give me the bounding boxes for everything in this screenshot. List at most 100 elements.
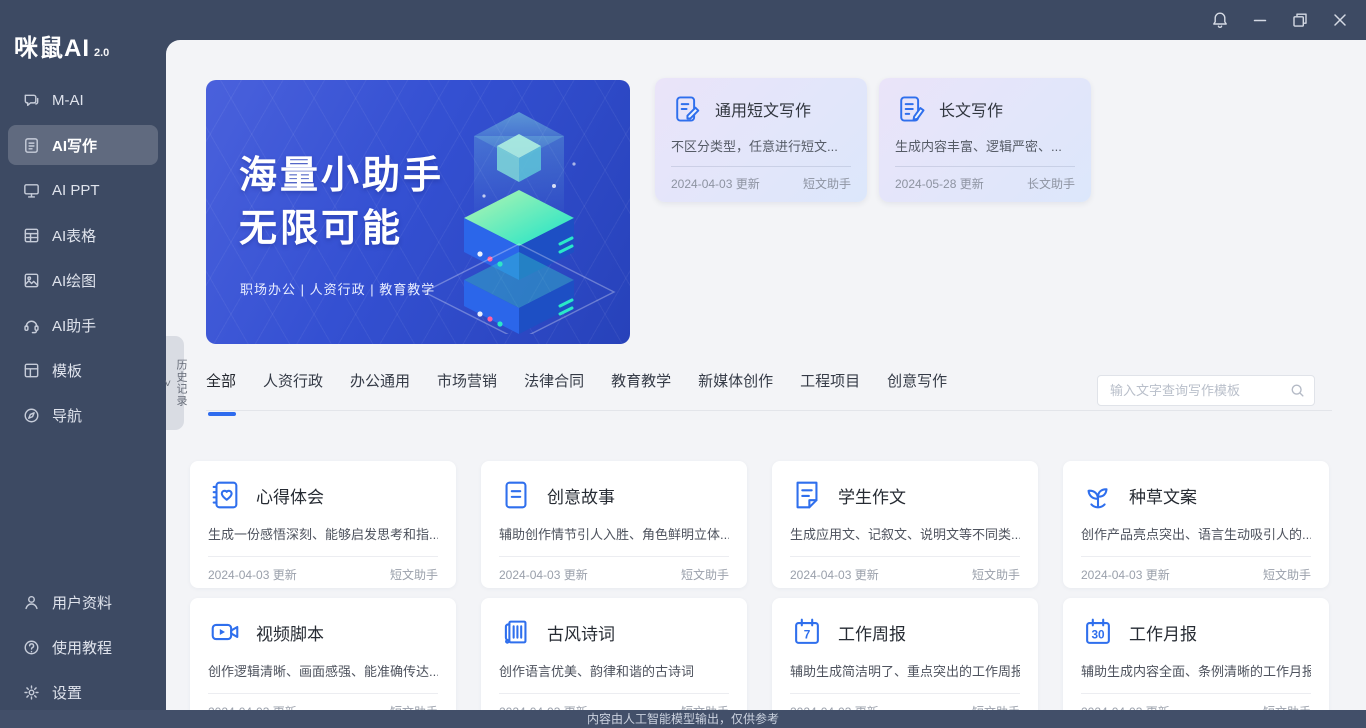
- template-card-date: 2024-04-03 更新: [499, 566, 588, 583]
- template-card-title: 古风诗词: [547, 620, 615, 645]
- template-card-title: 心得体会: [256, 483, 324, 508]
- divider: [208, 693, 438, 694]
- maximize-restore-button[interactable]: [1290, 10, 1310, 30]
- doc-pen-icon: [895, 93, 927, 125]
- sidebar-item-ai助手[interactable]: AI助手: [8, 303, 158, 348]
- category-tabs: 全部人资行政办公通用市场营销法律合同教育教学新媒体创作工程项目创意写作: [206, 370, 947, 399]
- template-grid: 心得体会生成一份感悟深刻、能够启发思考和指...2024-04-03 更新短文助…: [190, 461, 1330, 710]
- sidebar-item-用户资料[interactable]: 用户资料: [8, 580, 158, 625]
- sidebar-item-label: AI绘图: [52, 270, 96, 291]
- tab-市场营销[interactable]: 市场营销: [437, 370, 497, 399]
- sidebar-item-ai-ppt[interactable]: AI PPT: [8, 168, 158, 213]
- content-panel: 海量小助手 无限可能 职场办公 | 人资行政 | 教育教学: [166, 40, 1366, 710]
- template-card-date: 2024-04-03 更新: [790, 566, 879, 583]
- template-card-date: 2024-04-03 更新: [499, 703, 588, 710]
- template-search: [1097, 375, 1315, 406]
- sidebar-item-label: AI写作: [52, 135, 97, 156]
- video-icon: [208, 615, 242, 649]
- promo-banner[interactable]: 海量小助手 无限可能 职场办公 | 人资行政 | 教育教学: [206, 80, 630, 344]
- sidebar: M-AIAI写作AI PPTAI表格AI绘图AI助手模板导航 用户资料使用教程设…: [0, 0, 166, 710]
- table-icon: [22, 226, 41, 245]
- user-icon: [22, 593, 41, 612]
- template-card-desc: 生成一份感悟深刻、能够启发思考和指...: [208, 524, 438, 543]
- featured-card[interactable]: 通用短文写作不区分类型，任意进行短文...2024-04-03 更新短文助手: [655, 78, 867, 202]
- tab-新媒体创作[interactable]: 新媒体创作: [698, 370, 773, 399]
- template-card[interactable]: 心得体会生成一份感悟深刻、能够启发思考和指... 2024-04-03 更新 短文助…: [190, 461, 456, 588]
- template-card-title: 视频脚本: [256, 620, 324, 645]
- sidebar-item-m-ai[interactable]: M-AI: [8, 78, 158, 123]
- featured-card-tag: 短文助手: [803, 175, 851, 192]
- tab-教育教学[interactable]: 教育教学: [611, 370, 671, 399]
- template-card-desc: 生成应用文、记叙文、说明文等不同类...: [790, 524, 1020, 543]
- template-card[interactable]: 古风诗词创作语言优美、韵律和谐的古诗词2024-04-03 更新短文助手: [481, 598, 747, 710]
- divider: [499, 693, 729, 694]
- search-input[interactable]: [1097, 375, 1315, 406]
- template-card-date: 2024-04-03 更新: [1081, 703, 1170, 710]
- template-card-tag: 短文助手: [390, 703, 438, 710]
- banner-subtitle: 职场办公 | 人资行政 | 教育教学: [240, 279, 435, 298]
- template-card[interactable]: 种草文案创作产品亮点突出、语言生动吸引人的...2024-04-03 更新短文助…: [1063, 461, 1329, 588]
- featured-card-desc: 不区分类型，任意进行短文...: [671, 136, 851, 155]
- template-card-tag: 短文助手: [390, 566, 438, 583]
- chevron-right-icon: >: [161, 380, 173, 387]
- compass-icon: [22, 406, 41, 425]
- template-card-title: 工作月报: [1129, 620, 1197, 645]
- template-card-tag: 短文助手: [972, 566, 1020, 583]
- history-tab-label: 历史记录: [173, 359, 189, 407]
- essay-doc-icon: [790, 478, 824, 512]
- gear-icon: [22, 683, 41, 702]
- template-card[interactable]: 学生作文生成应用文、记叙文、说明文等不同类...2024-04-03 更新短文助…: [772, 461, 1038, 588]
- divider: [671, 166, 851, 167]
- tab-办公通用[interactable]: 办公通用: [350, 370, 410, 399]
- divider: [790, 693, 1020, 694]
- sidebar-item-导航[interactable]: 导航: [8, 393, 158, 438]
- template-card[interactable]: 7工作周报辅助生成简洁明了、重点突出的工作周报2024-04-03 更新短文助手: [772, 598, 1038, 710]
- divider: [895, 166, 1075, 167]
- template-card[interactable]: 创意故事辅助创作情节引人入胜、角色鲜明立体...2024-04-03 更新短文助…: [481, 461, 747, 588]
- sidebar-item-label: 使用教程: [52, 637, 112, 658]
- template-icon: [22, 361, 41, 380]
- chat-icon: [22, 91, 41, 110]
- divider: [499, 556, 729, 557]
- sidebar-bottom-menu: 用户资料使用教程设置: [0, 580, 166, 715]
- template-card-desc: 辅助生成内容全面、条例清晰的工作月报: [1081, 661, 1311, 680]
- template-card-date: 2024-04-03 更新: [208, 566, 297, 583]
- tab-法律合同[interactable]: 法律合同: [524, 370, 584, 399]
- notification-bell-icon[interactable]: [1210, 10, 1230, 30]
- sidebar-item-ai表格[interactable]: AI表格: [8, 213, 158, 258]
- template-card-tag: 短文助手: [681, 703, 729, 710]
- server-stack-illustration: [414, 94, 624, 334]
- calendar-icon: 7: [790, 615, 824, 649]
- sidebar-item-label: 用户资料: [52, 592, 112, 613]
- disclaimer-text: 内容由人工智能模型输出，仅供参考: [587, 712, 779, 726]
- template-card-tag: 短文助手: [972, 703, 1020, 710]
- sidebar-item-ai绘图[interactable]: AI绘图: [8, 258, 158, 303]
- assistant-icon: [22, 316, 41, 335]
- featured-card-desc: 生成内容丰富、逻辑严密、...: [895, 136, 1075, 155]
- featured-card[interactable]: 长文写作生成内容丰富、逻辑严密、...2024-05-28 更新长文助手: [879, 78, 1091, 202]
- sidebar-item-label: M-AI: [52, 92, 84, 109]
- history-drawer-tab[interactable]: 历史记录 >: [166, 336, 184, 430]
- featured-card-date: 2024-04-03 更新: [671, 175, 760, 192]
- template-card-date: 2024-04-03 更新: [208, 703, 297, 710]
- divider: [790, 556, 1020, 557]
- sprout-icon: [1081, 478, 1115, 512]
- template-card[interactable]: 视频脚本创作逻辑清晰、画面感强、能准确传达...2024-04-03 更新短文助…: [190, 598, 456, 710]
- template-card-tag: 短文助手: [1263, 566, 1311, 583]
- sidebar-item-ai写作[interactable]: AI写作: [8, 125, 158, 165]
- tab-工程项目[interactable]: 工程项目: [800, 370, 860, 399]
- minimize-button[interactable]: [1250, 10, 1270, 30]
- tab-人资行政[interactable]: 人资行政: [263, 370, 323, 399]
- story-doc-icon: [499, 478, 533, 512]
- close-button[interactable]: [1330, 10, 1350, 30]
- template-card[interactable]: 30工作月报辅助生成内容全面、条例清晰的工作月报2024-04-03 更新短文助…: [1063, 598, 1329, 710]
- sidebar-item-设置[interactable]: 设置: [8, 670, 158, 715]
- sidebar-item-模板[interactable]: 模板: [8, 348, 158, 393]
- tab-全部[interactable]: 全部: [206, 370, 236, 399]
- tab-创意写作[interactable]: 创意写作: [887, 370, 947, 399]
- search-icon[interactable]: [1289, 382, 1306, 399]
- template-card-title: 创意故事: [547, 483, 615, 508]
- sidebar-item-使用教程[interactable]: 使用教程: [8, 625, 158, 670]
- template-card-desc: 辅助生成简洁明了、重点突出的工作周报: [790, 661, 1020, 680]
- sidebar-item-label: 导航: [52, 405, 82, 426]
